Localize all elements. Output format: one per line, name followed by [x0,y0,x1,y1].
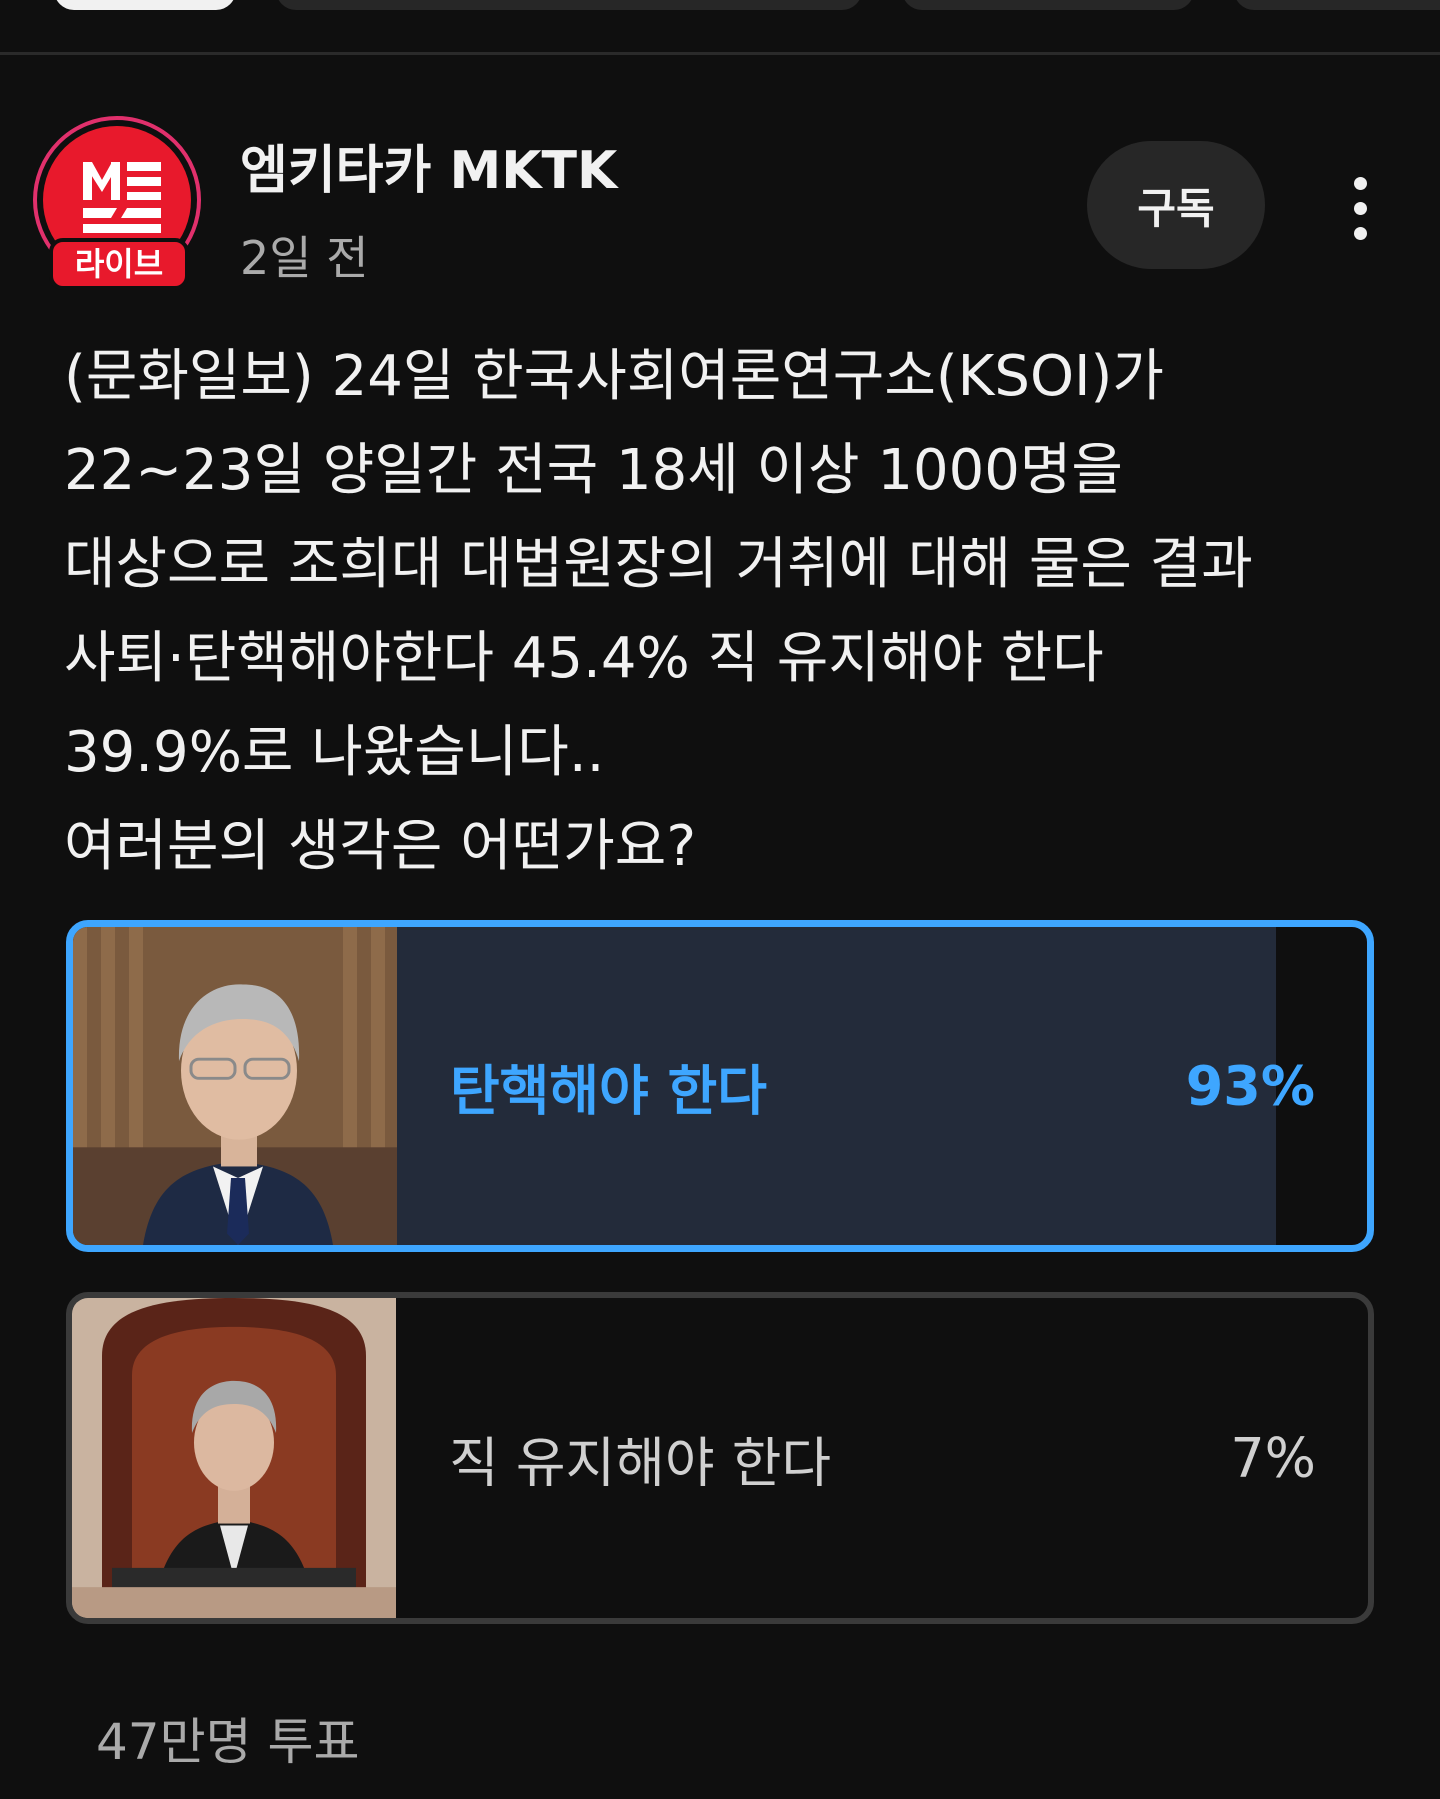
live-badge: 라이브 [49,238,189,290]
post-line: 대상으로 조희대 대법원장의 거취에 대해 물은 결과 [64,532,1253,597]
more-dot [1353,176,1367,190]
post-line: 39.9%로 나왔습니다.. [64,720,605,785]
filter-chip[interactable] [276,0,862,10]
channel-avatar[interactable]: 라이브 [33,116,207,290]
post-line: 사퇴·탄핵해야한다 45.4% 직 유지해야 한다 [64,626,1104,691]
poll-vote-count: 47만명 투표 [96,1713,360,1771]
channel-logo-icon [83,162,161,233]
poll-option-image [72,1298,396,1618]
channel-name[interactable]: 엠키타카 MKTK [240,128,617,203]
poll-option-label: 탄핵해야 한다 [450,1059,767,1123]
poll-option-percent: 93% [1185,1054,1315,1118]
poll-option-impeach[interactable]: 탄핵해야 한다 93% [66,920,1374,1252]
post-timestamp: 2일 전 [240,231,369,285]
filter-chip[interactable] [902,0,1194,10]
filter-chip-bar [0,0,1440,55]
poll-option-keep-office[interactable]: 직 유지해야 한다 7% [66,1292,1374,1624]
more-dot [1353,201,1367,215]
filter-chip-active[interactable] [54,0,236,10]
more-dot [1353,226,1367,240]
post-line: 여러분의 생각은 어떤가요? [64,814,697,879]
poll-option-percent: 7% [1230,1426,1316,1490]
post-line: (문화일보) 24일 한국사회여론연구소(KSOI)가 [64,344,1164,409]
post-line: 22~23일 양일간 전국 18세 이상 1000명을 [64,438,1123,503]
poll-option-label: 직 유지해야 한다 [449,1431,832,1495]
post-body: (문화일보) 24일 한국사회여론연구소(KSOI)가 22~23일 양일간 전… [64,330,1404,894]
filter-chip[interactable] [1234,0,1440,10]
more-vertical-icon[interactable] [1330,168,1390,248]
poll-option-image [73,927,397,1245]
subscribe-button[interactable]: 구독 [1087,141,1265,269]
